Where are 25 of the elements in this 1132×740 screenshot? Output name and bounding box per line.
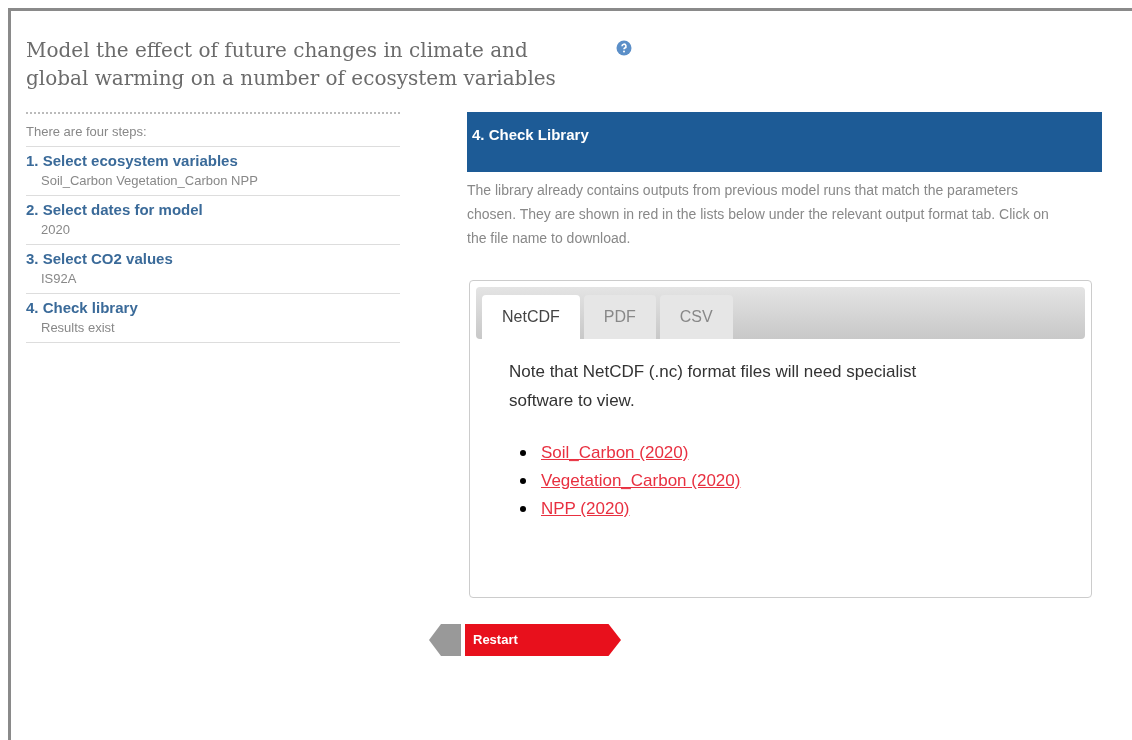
step-value: IS92A [40, 269, 78, 288]
file-link[interactable]: Vegetation_Carbon (2020) [541, 468, 741, 494]
back-arrow-icon[interactable] [429, 624, 461, 656]
step-title[interactable]: 1. Select ecosystem variables [26, 150, 400, 171]
format-tab[interactable]: PDF [583, 295, 656, 339]
description-text: The library already contains outputs from previous model runs that match the parameters chosen. They are shown in red in the lists below under the relevant output format tab. Click on the file name to download. [467, 181, 1050, 248]
bullet-icon [520, 450, 526, 456]
file-link[interactable]: Soil_Carbon (2020) [541, 440, 689, 466]
step-title[interactable]: 2. Select dates for model [26, 199, 400, 220]
step-title[interactable]: 3. Select CO2 values [26, 248, 400, 269]
bullet-icon [520, 478, 526, 484]
help-icon[interactable] [616, 40, 632, 56]
restart-button[interactable]: Restart [465, 624, 621, 656]
bullet-icon [520, 506, 526, 512]
step-title[interactable]: 4. Check library [26, 297, 400, 318]
step-value: Soil_Carbon Vegetation_Carbon NPP [40, 171, 259, 190]
step-value: Results exist [40, 318, 116, 337]
file-link[interactable]: NPP (2020) [541, 496, 630, 522]
format-tab[interactable]: CSV [659, 295, 733, 339]
steps-intro: There are four steps: [26, 122, 400, 147]
note-text: Note that NetCDF (.nc) format files will need specialist software to view. [509, 361, 918, 412]
page-title: Model the effect of future changes in climate and global warming on a number of ecosystem variables [26, 37, 557, 92]
section-heading: 4. Check Library [467, 112, 1102, 172]
step-value: 2020 [40, 220, 71, 239]
format-tab[interactable]: NetCDF [482, 295, 580, 339]
